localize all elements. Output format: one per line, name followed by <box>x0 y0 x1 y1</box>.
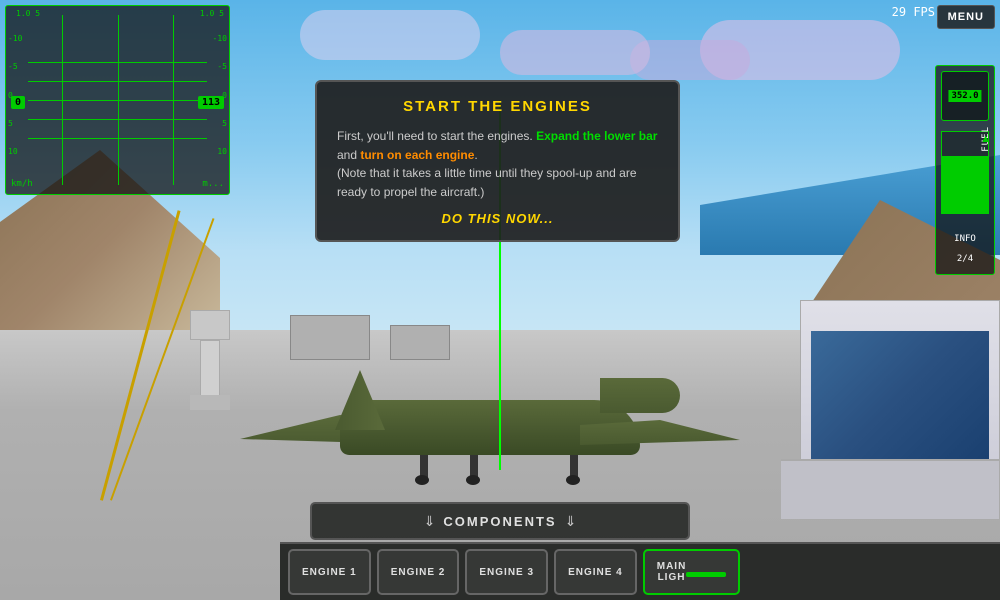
tutorial-text-1: First, you'll need to start the engines. <box>337 129 536 143</box>
horizon-vert-1 <box>62 15 63 184</box>
hud-speed-label: km/h <box>11 179 33 189</box>
hud-scale-num-2: -5 <box>8 62 18 71</box>
hud-right-panel: 352.0 FUEL ▲ ▼ INFO 2/4 <box>935 65 995 275</box>
fps-counter: 29 FPS <box>892 5 935 19</box>
tower-top <box>190 310 230 340</box>
fuel-arrow-up-icon: ▲ <box>980 133 991 145</box>
horizon-vert-2 <box>118 15 119 184</box>
control-tower <box>190 310 230 410</box>
hud-speed-value: 0 <box>11 96 25 109</box>
fuel-arrow-down-icon: ▼ <box>980 200 991 212</box>
compass-value: 352.0 <box>948 90 981 102</box>
components-arrow-right-icon: ⇓ <box>565 513 577 530</box>
hud-grid: 1.0 5 1.0 5 -10 -5 0 5 10 -10 -5 0 5 10 … <box>6 6 229 194</box>
wheel-3 <box>566 475 580 485</box>
main-light-button[interactable]: MAINLIGH <box>643 549 741 595</box>
game-viewport: 29 FPS MENU 1.0 5 1.0 5 -10 -5 0 5 10 -1… <box>0 0 1000 600</box>
hud-altitude-label: m... <box>202 179 224 189</box>
tutorial-highlight-turn-on: turn on each engine <box>360 148 474 162</box>
hud-altitude-value: 113 <box>198 96 224 109</box>
tutorial-highlight-expand: Expand the lower bar <box>536 129 657 143</box>
engine-3-button[interactable]: ENGINE 3 <box>465 549 548 595</box>
tutorial-title: START THE ENGINES <box>337 98 658 115</box>
engine-buttons-bar: ENGINE 1 ENGINE 2 ENGINE 3 ENGINE 4 MAIN… <box>280 542 1000 600</box>
hud-scale-num-r2: -5 <box>217 62 227 71</box>
menu-button[interactable]: MENU <box>937 5 995 29</box>
hud-scale-num-1: -10 <box>8 34 22 43</box>
hud-scale-num-r1: -10 <box>213 34 227 43</box>
info-label: INFO <box>936 234 994 244</box>
components-arrow-left-icon: ⇓ <box>424 513 436 530</box>
info-value: 2/4 <box>936 254 994 264</box>
wheel-1 <box>415 475 429 485</box>
hud-right-inner: 352.0 FUEL ▲ ▼ INFO 2/4 <box>936 66 994 274</box>
tutorial-body: First, you'll need to start the engines.… <box>337 127 658 201</box>
hud-scale-num-4: 5 <box>8 119 13 128</box>
engine-4-button[interactable]: ENGINE 4 <box>554 549 637 595</box>
building-window <box>811 331 989 459</box>
tutorial-note: (Note that it takes a little time until … <box>337 166 637 199</box>
aircraft-nose <box>600 378 680 413</box>
horizon-vert-3 <box>173 15 174 184</box>
wheel-2 <box>466 475 480 485</box>
tutorial-text-2: and <box>337 148 360 162</box>
hud-left-panel: 1.0 5 1.0 5 -10 -5 0 5 10 -10 -5 0 5 10 … <box>5 5 230 195</box>
aircraft-wing-right <box>580 420 740 445</box>
hud-scale-num-r5: 10 <box>217 147 227 156</box>
engine-2-button[interactable]: ENGINE 2 <box>377 549 460 595</box>
tutorial-action[interactable]: DO THIS NOW... <box>337 211 658 226</box>
tutorial-dialog: START THE ENGINES First, you'll need to … <box>315 80 680 242</box>
cloud-3 <box>300 10 480 60</box>
components-bar[interactable]: ⇓ COMPONENTS ⇓ <box>310 502 690 540</box>
airport-building <box>800 300 1000 520</box>
engine-1-button[interactable]: ENGINE 1 <box>288 549 371 595</box>
building-base <box>781 459 999 519</box>
hud-tick-tr: 1.0 5 <box>200 9 224 18</box>
hud-scale-num-5: 10 <box>8 147 18 156</box>
cloud-4 <box>500 30 650 75</box>
components-label: COMPONENTS <box>443 514 556 529</box>
hud-scale-num-r4: 5 <box>222 119 227 128</box>
hud-tick-tl: 1.0 5 <box>16 9 40 18</box>
tutorial-text-3: . <box>474 148 477 162</box>
compass-display: 352.0 <box>941 71 989 121</box>
tower-base <box>190 395 230 410</box>
